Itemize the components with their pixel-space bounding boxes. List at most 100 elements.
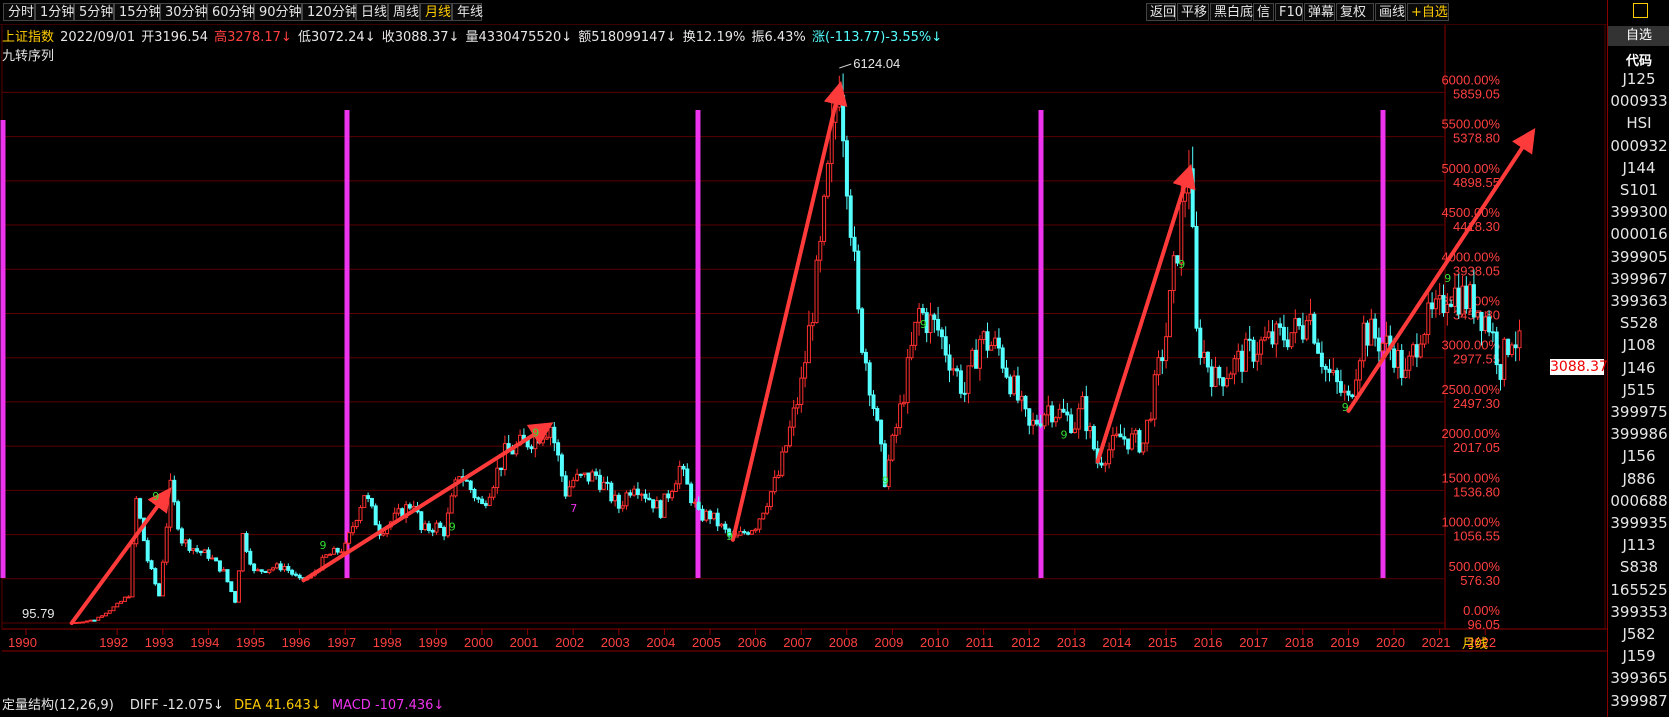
watchlist-code[interactable]: 399365 [1608,667,1669,690]
watchlist-code[interactable]: 399905 [1608,246,1669,269]
period-tab-2[interactable]: 5分钟 [74,3,114,21]
watchlist-code[interactable]: HSI [1608,112,1669,135]
candle-body [681,465,686,470]
watchlist-code[interactable]: 000932 [1608,135,1669,158]
watchlist-code[interactable]: 165525 [1608,579,1669,602]
current-price-tag: 3088.37 [1550,359,1608,375]
tool-button-0[interactable]: 返回 [1146,3,1176,21]
candle-body [240,533,245,572]
dea-value: DEA 41.643↓ [234,698,322,713]
candle-body [1513,344,1518,349]
candle-body [202,549,207,554]
watchlist-code[interactable]: 000688 [1608,490,1669,513]
x-tick-label: 2015 [1148,635,1177,650]
candle-body [1126,438,1131,450]
watchlist-code[interactable]: S528 [1608,312,1669,335]
period-tab-1[interactable]: 1分钟 [35,3,74,21]
watchlist-code[interactable]: 399986 [1608,423,1669,446]
candle-body [1502,338,1507,380]
candle-body [347,532,352,544]
watchlist-code[interactable]: 399353 [1608,601,1669,624]
watchlist-header[interactable]: 自选 [1608,26,1669,46]
candle-body [780,451,785,476]
tool-button-3[interactable]: 信 [1253,3,1274,21]
watchlist-code[interactable]: 000933 [1608,90,1669,113]
watchlist-code[interactable]: 399363 [1608,290,1669,313]
watchlist-column-code: 代码 [1625,54,1652,69]
y-percent-label: 0.00% [1463,603,1500,618]
x-tick-label: 1990 [8,635,37,650]
watchlist-code[interactable]: 399975 [1608,401,1669,424]
watchlist-code[interactable]: 399935 [1608,512,1669,535]
watchlist-code[interactable]: J125 [1608,68,1669,91]
candle-body [381,533,386,536]
tool-button-6[interactable]: 复权 [1336,3,1374,21]
watchlist-code[interactable]: J156 [1608,445,1669,468]
y-price-label: 1056.55 [1453,529,1500,544]
watchlist-code[interactable]: J113 [1608,534,1669,557]
period-tab-4[interactable]: 30分钟 [160,3,208,21]
period-tab-0[interactable]: 分时 [3,3,35,21]
candle-body [1430,302,1435,310]
x-tick-label: 1999 [418,635,447,650]
x-tick-label: 2011 [966,635,994,650]
watchlist-code[interactable]: S101 [1608,179,1669,202]
y-percent-label: 3000.00% [1441,338,1500,353]
candle-body [552,426,557,444]
candle-body [1274,323,1279,345]
watchlist-code[interactable]: 399967 [1608,268,1669,291]
period-tab-9[interactable]: 周线 [388,3,420,21]
period-tab-7[interactable]: 120分钟 [302,3,358,21]
candle-body [540,438,545,444]
candle-body [491,487,496,498]
watchlist-code[interactable]: J886 [1608,468,1669,491]
period-tab-10[interactable]: 月线 [420,3,452,21]
tool-button-2[interactable]: 黑白底 [1210,3,1253,21]
candle-body [331,547,336,555]
candle-body [597,474,602,490]
x-tick-label: 2017 [1239,635,1268,650]
watchlist-code[interactable]: J144 [1608,157,1669,180]
tool-button-8[interactable]: +自选 [1407,3,1449,21]
candle-body [419,511,424,531]
watchlist-code[interactable]: J515 [1608,379,1669,402]
candle-body [658,500,663,518]
candle-body [848,195,853,238]
watchlist-code[interactable]: J146 [1608,357,1669,380]
candle-body [711,512,716,520]
candle-body [776,474,781,479]
window-square-icon[interactable] [1633,3,1648,18]
tool-button-5[interactable]: 弹幕 [1304,3,1335,21]
watchlist-code[interactable]: J159 [1608,645,1669,668]
candle-body [700,508,705,521]
period-tab-5[interactable]: 60分钟 [207,3,255,21]
candle-body [369,497,374,507]
watchlist-code[interactable]: J582 [1608,623,1669,646]
candle-body [487,496,492,506]
watchlist-code[interactable]: S838 [1608,556,1669,579]
candle-body [1145,419,1150,444]
period-tab-3[interactable]: 15分钟 [114,3,162,21]
watchlist-code[interactable]: 399300 [1608,201,1669,224]
period-tab-8[interactable]: 日线 [356,3,388,21]
candle-body [290,569,295,575]
tool-button-7[interactable]: 画线 [1375,3,1406,21]
candle-body [943,336,948,356]
candle-body [1046,405,1051,416]
candle-body [1285,339,1290,348]
high-value: 高3278.17↓ [214,30,292,45]
tool-button-1[interactable]: 平移 [1177,3,1209,21]
period-tab-11[interactable]: 年线 [452,3,483,21]
candle-body [1471,284,1476,318]
candlestick-chart[interactable]: 6000.00%5859.05 5500.00%5378.80 5000.00%48… [0,0,1607,717]
candle-body [913,321,918,346]
candle-body [1452,287,1457,307]
watchlist-code[interactable]: J108 [1608,334,1669,357]
watchlist-code[interactable]: 000016 [1608,223,1669,246]
period-tab-6[interactable]: 90分钟 [254,3,302,21]
candle-body [749,530,754,535]
candle-body [784,445,789,453]
watchlist-code[interactable]: 399987 [1608,690,1669,713]
candle-body [225,569,230,583]
tool-button-4[interactable]: F10 [1275,3,1303,21]
